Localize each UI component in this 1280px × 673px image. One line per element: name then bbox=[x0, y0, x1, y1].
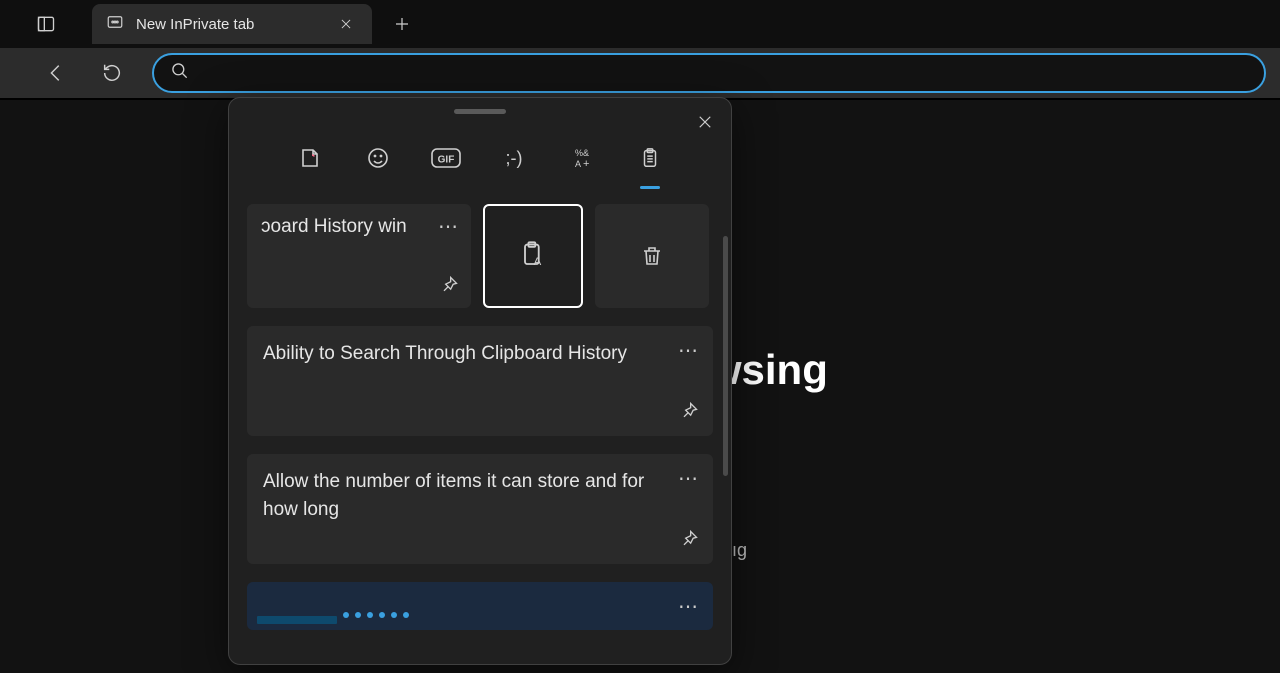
browser-toolbar bbox=[0, 48, 1280, 100]
tab-clipboard[interactable] bbox=[631, 139, 669, 177]
address-bar[interactable] bbox=[152, 53, 1266, 93]
item-more-button[interactable]: ⋯ bbox=[678, 466, 699, 491]
titlebar: New InPrivate tab bbox=[0, 0, 1280, 48]
panel-close-button[interactable] bbox=[691, 108, 719, 136]
clipboard-item-text: Ability to Search Through Clipboard Hist… bbox=[263, 340, 667, 368]
svg-text:GIF: GIF bbox=[438, 155, 455, 166]
clipboard-selected-row: ɔoard History win ⋯ A bbox=[247, 204, 713, 308]
tab-actions-button[interactable] bbox=[28, 6, 64, 42]
emoji-clipboard-panel: GIF ;-) %&A+ ɔoard History win ⋯ A bbox=[228, 97, 732, 665]
item-pin-button[interactable] bbox=[679, 529, 699, 554]
clipboard-item[interactable]: ɔoard History win ⋯ bbox=[247, 204, 471, 308]
paste-as-text-button[interactable]: A bbox=[483, 204, 583, 308]
panel-drag-handle[interactable] bbox=[454, 109, 506, 114]
clipboard-item-text: Allow the number of items it can store a… bbox=[263, 468, 667, 523]
panel-tabs: GIF ;-) %&A+ bbox=[229, 124, 731, 192]
tab-emoji[interactable] bbox=[359, 139, 397, 177]
clipboard-list: ɔoard History win ⋯ A Ability to Search … bbox=[229, 192, 731, 664]
tab-title: New InPrivate tab bbox=[136, 16, 322, 33]
item-pin-button[interactable] bbox=[679, 401, 699, 426]
search-icon bbox=[170, 61, 190, 86]
clipboard-item-text: ɔoard History win bbox=[261, 216, 457, 238]
svg-text:&: & bbox=[583, 148, 589, 158]
tab-close-button[interactable] bbox=[334, 12, 358, 36]
clipboard-item[interactable]: Ability to Search Through Clipboard Hist… bbox=[247, 326, 713, 436]
clipboard-item-image[interactable]: ⋯ bbox=[247, 582, 713, 630]
new-tab-button[interactable] bbox=[382, 4, 422, 44]
delete-item-button[interactable] bbox=[595, 204, 709, 308]
inprivate-tab-icon bbox=[106, 13, 124, 36]
back-button[interactable] bbox=[40, 57, 72, 89]
svg-text:A: A bbox=[534, 256, 542, 268]
tab-sticker[interactable] bbox=[291, 139, 329, 177]
item-more-button[interactable]: ⋯ bbox=[438, 214, 459, 239]
svg-text:A: A bbox=[575, 159, 581, 169]
tab-kaomoji[interactable]: ;-) bbox=[495, 139, 533, 177]
tab-symbols[interactable]: %&A+ bbox=[563, 139, 601, 177]
scrollbar-thumb[interactable] bbox=[723, 236, 728, 476]
clipboard-item[interactable]: Allow the number of items it can store a… bbox=[247, 454, 713, 564]
svg-text:+: + bbox=[583, 158, 589, 170]
panel-scrollbar[interactable] bbox=[723, 236, 728, 616]
partial-text: ıg bbox=[732, 540, 747, 561]
browser-tab[interactable]: New InPrivate tab bbox=[92, 4, 372, 44]
refresh-button[interactable] bbox=[96, 57, 128, 89]
item-more-button[interactable]: ⋯ bbox=[678, 338, 699, 363]
item-pin-button[interactable] bbox=[439, 275, 459, 300]
panel-drag-handle-row bbox=[229, 98, 731, 124]
item-more-button[interactable]: ⋯ bbox=[678, 594, 699, 619]
svg-text:%: % bbox=[575, 148, 583, 158]
tab-gif[interactable]: GIF bbox=[427, 139, 465, 177]
